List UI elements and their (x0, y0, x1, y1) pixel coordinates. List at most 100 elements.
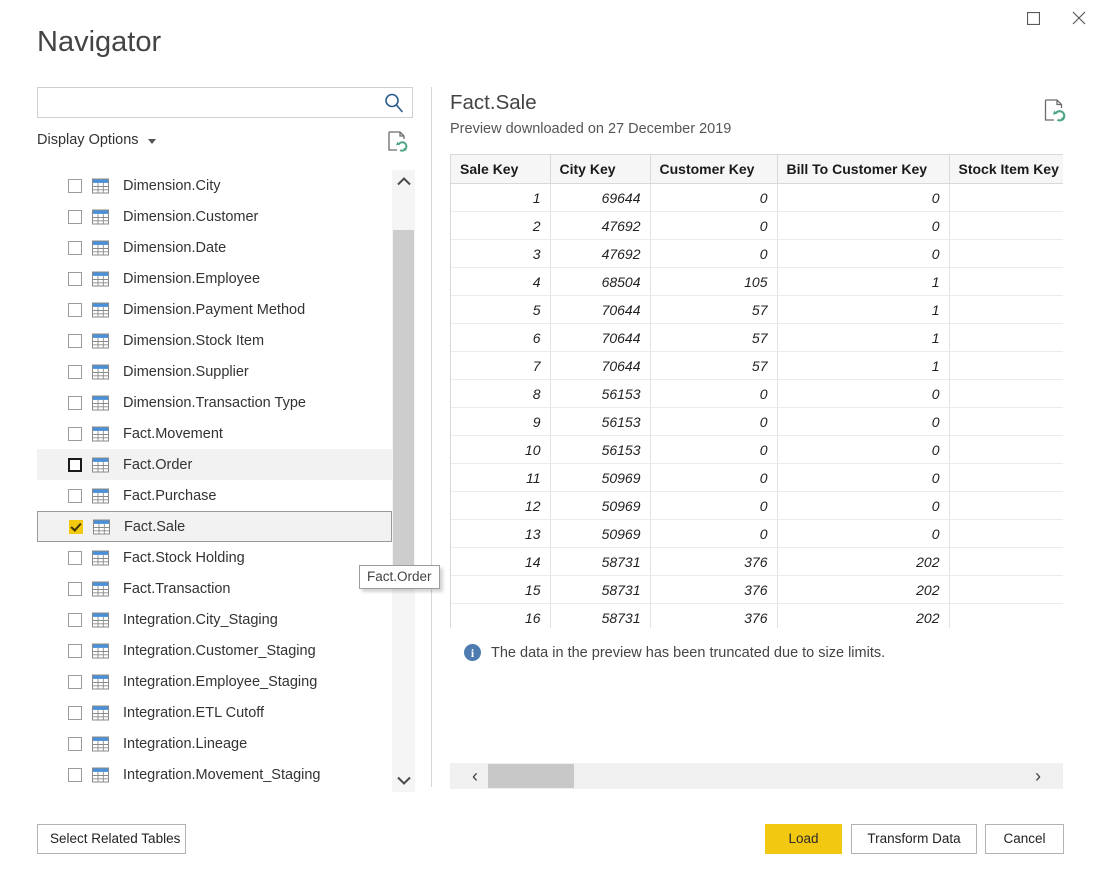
table-cell: 7 (451, 352, 550, 380)
tree-vertical-scrollbar[interactable] (392, 170, 415, 792)
table-cell: 56153 (550, 408, 650, 436)
table-cell: 50969 (550, 520, 650, 548)
tree-item[interactable]: Integration.ETL Cutoff (37, 697, 392, 728)
tree-item-checkbox[interactable] (68, 303, 82, 317)
tree-item-checkbox[interactable] (68, 458, 82, 472)
table-cell: 68504 (550, 268, 650, 296)
scroll-right-button[interactable]: › (1025, 763, 1051, 789)
tree-item-checkbox[interactable] (68, 334, 82, 348)
table-cell: 0 (777, 240, 949, 268)
table-row[interactable]: 1558731376202 (451, 576, 1063, 604)
scroll-left-button[interactable]: ‹ (462, 763, 488, 789)
tree-item-checkbox[interactable] (68, 644, 82, 658)
tree-item-checkbox[interactable] (68, 179, 82, 193)
tree-item-checkbox[interactable] (68, 489, 82, 503)
tree-item-checkbox[interactable] (68, 210, 82, 224)
table-tree-list: Dimension.CityDimension.Customer Dimensio… (37, 170, 392, 790)
tree-item[interactable]: Fact.Purchase (37, 480, 392, 511)
tree-item[interactable]: Integration.Lineage (37, 728, 392, 759)
table-icon (92, 395, 109, 410)
tree-item-checkbox[interactable] (69, 520, 83, 534)
preview-horizontal-scrollbar[interactable]: ‹ › (450, 763, 1063, 789)
document-refresh-icon[interactable] (387, 130, 409, 154)
table-row[interactable]: 34769200 (451, 240, 1063, 268)
table-cell: 1 (777, 296, 949, 324)
column-header[interactable]: Stock Item Key (949, 155, 1063, 184)
tree-item-checkbox[interactable] (68, 241, 82, 255)
tree-item-checkbox[interactable] (68, 551, 82, 565)
table-row[interactable]: 95615300 (451, 408, 1063, 436)
tree-item[interactable]: Dimension.Transaction Type (37, 387, 392, 418)
table-row[interactable]: 105615300 (451, 436, 1063, 464)
tree-item-checkbox[interactable] (68, 737, 82, 751)
display-options-row: Display Options (37, 131, 415, 155)
tree-item[interactable]: Integration.Movement_Staging (37, 759, 392, 790)
table-row[interactable]: 135096900 (451, 520, 1063, 548)
table-row[interactable]: 570644571 (451, 296, 1063, 324)
tree-item-label: Dimension.Date (123, 240, 226, 256)
tree-item[interactable]: Fact.Sale (37, 511, 392, 542)
tree-item-checkbox[interactable] (68, 675, 82, 689)
table-row[interactable]: 1458731376202 (451, 548, 1063, 576)
transform-data-button[interactable]: Transform Data (851, 824, 977, 854)
dialog-footer: Select Related Tables Load Transform Dat… (0, 820, 1101, 876)
tree-item[interactable]: Integration.Employee_Staging (37, 666, 392, 697)
tree-item[interactable]: Fact.Transaction (37, 573, 392, 604)
maximize-button[interactable] (1011, 0, 1056, 36)
tree-item-checkbox[interactable] (68, 365, 82, 379)
table-row[interactable]: 16964400 (451, 184, 1063, 212)
table-cell: 0 (650, 240, 777, 268)
table-cell: 58731 (550, 604, 650, 629)
search-input[interactable] (38, 88, 378, 117)
tree-item-checkbox[interactable] (68, 272, 82, 286)
tree-scrollbar-thumb[interactable] (393, 230, 414, 580)
scroll-up-button[interactable] (392, 170, 415, 193)
tree-item-checkbox[interactable] (68, 427, 82, 441)
table-cell (949, 324, 1063, 352)
tree-item[interactable]: Dimension.Stock Item (37, 325, 392, 356)
tree-item[interactable]: Dimension.Date (37, 232, 392, 263)
tree-item-checkbox[interactable] (68, 768, 82, 782)
table-row[interactable]: 24769200 (451, 212, 1063, 240)
tree-item-checkbox[interactable] (68, 613, 82, 627)
table-row[interactable]: 670644571 (451, 324, 1063, 352)
tree-item-checkbox[interactable] (68, 582, 82, 596)
tree-item[interactable]: Dimension.Payment Method (37, 294, 392, 325)
tree-item[interactable]: Dimension.Supplier (37, 356, 392, 387)
tree-item[interactable]: Fact.Movement (37, 418, 392, 449)
tree-item[interactable]: Integration.City_Staging (37, 604, 392, 635)
column-header[interactable]: Bill To Customer Key (777, 155, 949, 184)
table-row[interactable]: 770644571 (451, 352, 1063, 380)
tree-item[interactable]: Dimension.Employee (37, 263, 392, 294)
preview-refresh-icon[interactable] (1043, 98, 1067, 124)
tree-item-label: Dimension.Payment Method (123, 302, 305, 318)
tree-item[interactable]: Fact.Order (37, 449, 392, 480)
display-options-dropdown[interactable]: Display Options (37, 132, 156, 148)
tree-item[interactable]: Fact.Stock Holding (37, 542, 392, 573)
tree-item-checkbox[interactable] (68, 706, 82, 720)
tree-item[interactable]: Integration.Customer_Staging (37, 635, 392, 666)
table-row[interactable]: 1658731376202 (451, 604, 1063, 629)
tree-item[interactable]: Dimension.City (37, 170, 392, 201)
close-button[interactable] (1056, 0, 1101, 36)
table-cell: 0 (650, 212, 777, 240)
table-cell: 2 (451, 212, 550, 240)
search-icon[interactable] (383, 92, 405, 114)
tree-item[interactable]: Dimension.Customer (37, 201, 392, 232)
table-cell: 0 (777, 520, 949, 548)
select-related-tables-button[interactable]: Select Related Tables (37, 824, 186, 854)
scroll-down-button[interactable] (392, 769, 415, 792)
column-header[interactable]: Customer Key (650, 155, 777, 184)
search-box[interactable] (37, 87, 413, 118)
table-row[interactable]: 115096900 (451, 464, 1063, 492)
tree-item-checkbox[interactable] (68, 396, 82, 410)
table-row[interactable]: 4685041051 (451, 268, 1063, 296)
table-row[interactable]: 85615300 (451, 380, 1063, 408)
horizontal-scrollbar-thumb[interactable] (488, 764, 574, 788)
load-button[interactable]: Load (765, 824, 842, 854)
table-icon (93, 519, 110, 534)
column-header[interactable]: Sale Key (451, 155, 550, 184)
column-header[interactable]: City Key (550, 155, 650, 184)
cancel-button[interactable]: Cancel (985, 824, 1064, 854)
table-row[interactable]: 125096900 (451, 492, 1063, 520)
